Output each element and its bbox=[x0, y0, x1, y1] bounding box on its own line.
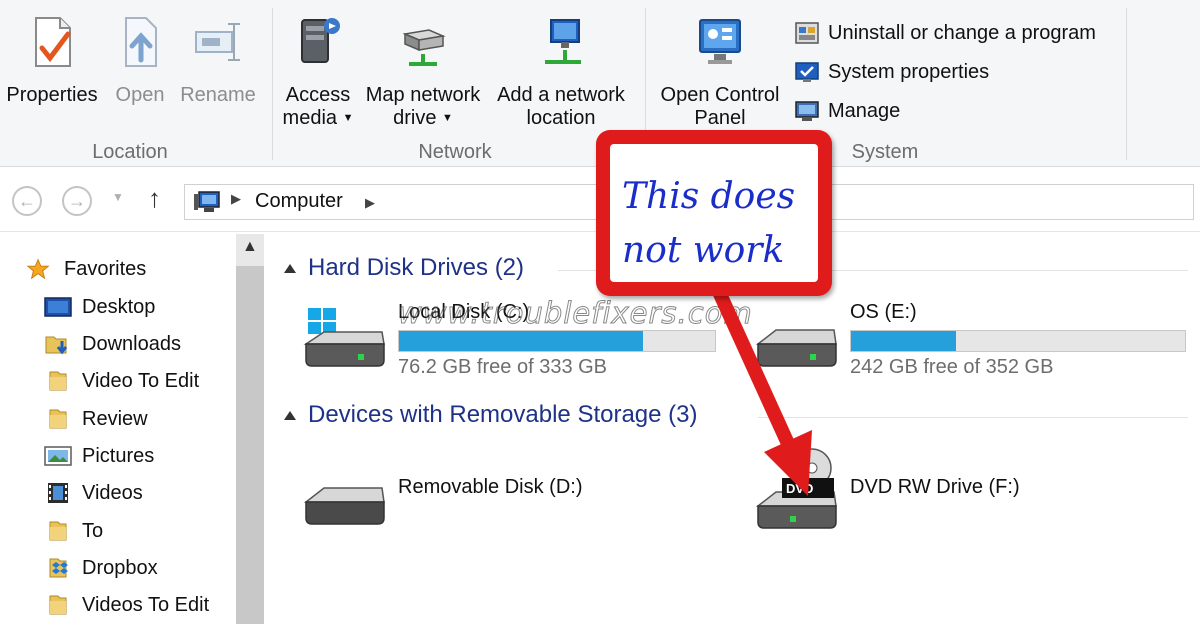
section-divider bbox=[758, 417, 1188, 418]
hard-drive-icon bbox=[755, 329, 837, 367]
callout-inner: This does not work bbox=[610, 144, 818, 282]
manage-computer-icon bbox=[795, 101, 819, 121]
map-network-drive-label: Map network drive ▼ bbox=[365, 84, 481, 129]
network-drive-icon bbox=[402, 29, 446, 66]
group-label-location: Location bbox=[92, 141, 168, 163]
collapse-icon[interactable] bbox=[284, 411, 296, 420]
folder-icon bbox=[49, 595, 67, 615]
windows-drive-icon bbox=[303, 308, 385, 367]
breadcrumb-separator-icon[interactable]: ▶ bbox=[231, 191, 241, 207]
pictures-icon bbox=[44, 446, 72, 466]
forward-button[interactable]: → bbox=[62, 186, 92, 216]
system-properties-icon bbox=[795, 62, 819, 82]
properties-button[interactable]: Properties bbox=[6, 14, 98, 107]
open-control-panel-button[interactable]: Open Control Panel bbox=[655, 14, 785, 130]
drive-c-usage-fill bbox=[399, 331, 643, 351]
dropbox-icon bbox=[49, 558, 68, 578]
breadcrumb-computer[interactable]: Computer bbox=[255, 190, 343, 213]
rename-label: Rename bbox=[180, 84, 256, 106]
star-icon bbox=[26, 258, 50, 280]
watermark-text: www.troublefixers.com bbox=[398, 296, 753, 331]
open-label: Open bbox=[115, 84, 165, 106]
folder-icon bbox=[49, 521, 67, 541]
open-button[interactable]: Open bbox=[112, 14, 168, 107]
back-button[interactable]: ← bbox=[12, 186, 42, 216]
access-media-label: Access media ▼ bbox=[282, 84, 354, 129]
drive-dvd-rw-f[interactable]: DVD DVD RW Drive (F:) bbox=[754, 448, 1174, 534]
recent-locations-button[interactable]: ▼ bbox=[112, 190, 124, 204]
film-strip-icon bbox=[48, 483, 68, 503]
map-network-drive-button[interactable]: Map network drive ▼ bbox=[361, 14, 485, 130]
chevron-down-icon: ▼ bbox=[112, 190, 124, 204]
drive-f-name: DVD RW Drive (F:) bbox=[850, 476, 1020, 498]
nav-scrollbar[interactable]: ▲ bbox=[236, 234, 264, 624]
callout-text: This does not work bbox=[622, 176, 796, 271]
add-network-location-button[interactable]: Add a network location bbox=[492, 14, 630, 130]
access-media-button[interactable]: Access media ▼ bbox=[282, 14, 354, 130]
downloads-folder-icon bbox=[45, 336, 68, 355]
chevron-down-icon: ▼ bbox=[442, 112, 453, 125]
rename-button[interactable]: Rename bbox=[180, 14, 256, 107]
drive-c-usage-bar bbox=[398, 330, 716, 352]
group-label-system: System bbox=[851, 141, 919, 163]
media-server-icon bbox=[301, 18, 340, 63]
arrow-right-icon: → bbox=[68, 191, 86, 211]
arrow-up-icon: ↑ bbox=[148, 183, 161, 213]
desktop-icon bbox=[44, 297, 72, 317]
control-panel-icon bbox=[699, 19, 741, 64]
drive-e-usage-fill bbox=[851, 331, 956, 351]
removable-disk-icon bbox=[303, 487, 385, 525]
up-button[interactable]: ↑ bbox=[148, 183, 161, 214]
navigation-pane: Favorites Desktop Downloads Video To Edi… bbox=[0, 234, 264, 624]
add-network-location-label: Add a network location bbox=[497, 84, 625, 129]
nav-scrollbar-thumb[interactable] bbox=[236, 266, 264, 624]
rename-icon bbox=[195, 23, 240, 61]
folder-icon bbox=[49, 371, 67, 391]
open-control-panel-label: Open Control Panel bbox=[660, 84, 780, 129]
drive-e-free-space: 242 GB free of 352 GB bbox=[850, 356, 1054, 378]
ribbon-separator bbox=[272, 8, 273, 160]
properties-label: Properties bbox=[6, 84, 98, 106]
section-header-hard-disk-drives[interactable]: Hard Disk Drives (2) bbox=[308, 254, 524, 282]
chevron-down-icon: ▼ bbox=[342, 112, 354, 125]
drive-d-name: Removable Disk (D:) bbox=[398, 476, 583, 498]
computer-icon bbox=[194, 191, 220, 212]
network-location-icon bbox=[545, 19, 581, 64]
section-header-removable-storage[interactable]: Devices with Removable Storage (3) bbox=[308, 401, 698, 429]
breadcrumb-separator-icon[interactable]: ▶ bbox=[365, 195, 375, 211]
drive-os-e[interactable]: OS (E:) 242 GB free of 352 GB bbox=[754, 301, 1194, 384]
folder-icon bbox=[49, 409, 67, 429]
drive-c-free-space: 76.2 GB free of 333 GB bbox=[398, 356, 608, 378]
properties-icon bbox=[35, 17, 71, 67]
arrow-left-icon: ← bbox=[18, 191, 36, 211]
group-label-network: Network bbox=[418, 141, 492, 163]
scroll-up-icon[interactable]: ▲ bbox=[242, 238, 258, 256]
programs-icon bbox=[795, 22, 819, 44]
open-icon bbox=[125, 17, 157, 67]
drive-removable-d[interactable]: Removable Disk (D:) bbox=[302, 472, 702, 532]
drive-e-name: OS (E:) bbox=[850, 301, 917, 323]
ribbon-separator bbox=[1126, 8, 1127, 160]
dvd-badge: DVD bbox=[786, 481, 814, 496]
collapse-icon[interactable] bbox=[284, 264, 296, 273]
annotation-callout: This does not work bbox=[596, 130, 832, 296]
drive-e-usage-bar bbox=[850, 330, 1186, 352]
